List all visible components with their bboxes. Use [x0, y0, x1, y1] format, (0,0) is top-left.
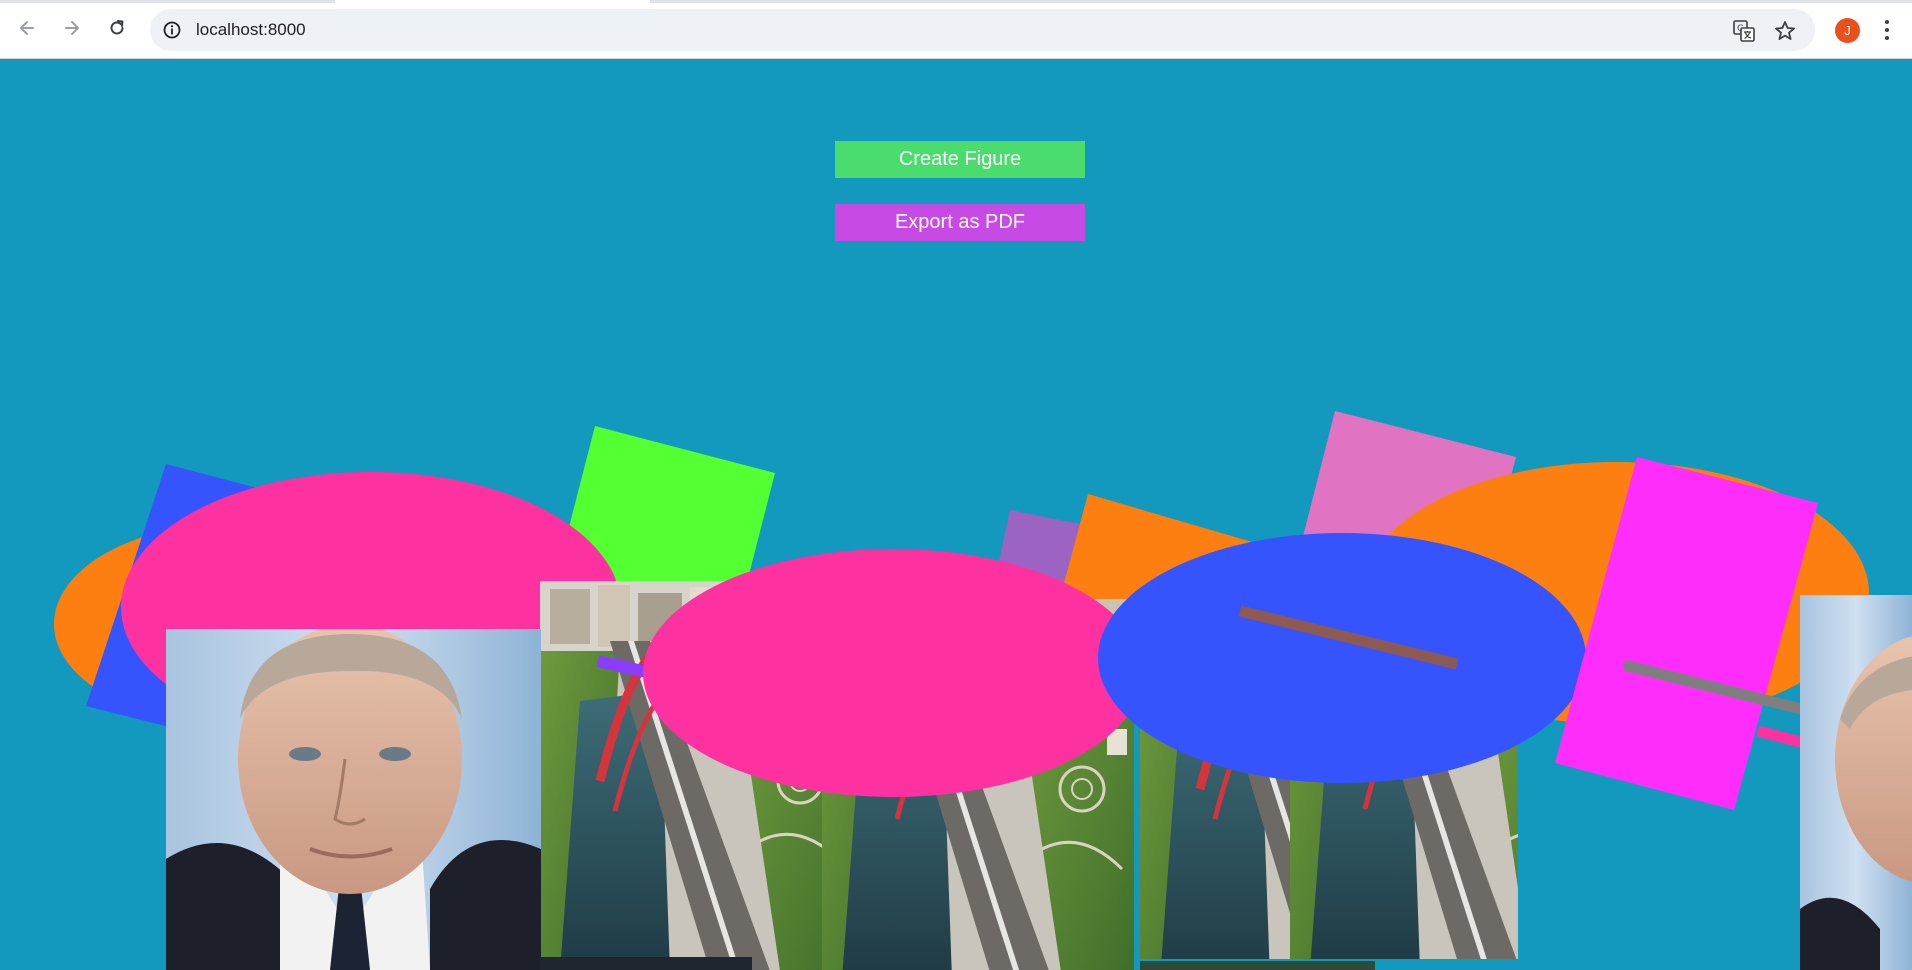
active-tab-indicator[interactable] [335, 0, 650, 3]
export-pdf-button[interactable]: Export as PDF [835, 204, 1085, 241]
portrait-photo-left [166, 629, 541, 970]
kebab-menu-icon[interactable] [1884, 18, 1890, 42]
back-button[interactable] [12, 13, 42, 43]
hot-pink-ellipse-center [643, 549, 1143, 797]
create-figure-button[interactable]: Create Figure [835, 141, 1085, 178]
url-text[interactable]: localhost:8000 [196, 20, 306, 40]
dark-image-fragment-2 [1140, 961, 1375, 970]
tab-strip [0, 0, 1912, 3]
address-bar[interactable]: localhost:8000 [150, 9, 1815, 51]
dark-image-fragment [540, 957, 752, 970]
page-viewport: Create Figure Export as PDF [0, 59, 1912, 970]
blue-ellipse [1098, 533, 1586, 783]
forward-arrow-icon [65, 21, 79, 35]
site-info-icon[interactable] [162, 20, 182, 40]
profile-avatar[interactable]: J [1835, 18, 1860, 43]
forward-button[interactable] [57, 13, 87, 43]
translate-icon[interactable]: G [1733, 20, 1755, 42]
reload-button[interactable] [102, 13, 132, 43]
back-arrow-icon [20, 21, 34, 35]
portrait-photo-right [1800, 595, 1912, 970]
bookmark-star-icon[interactable] [1773, 19, 1797, 43]
figure-canvas [54, 411, 1912, 970]
reload-icon [110, 20, 124, 35]
browser-toolbar: localhost:8000 G J [0, 0, 1912, 59]
